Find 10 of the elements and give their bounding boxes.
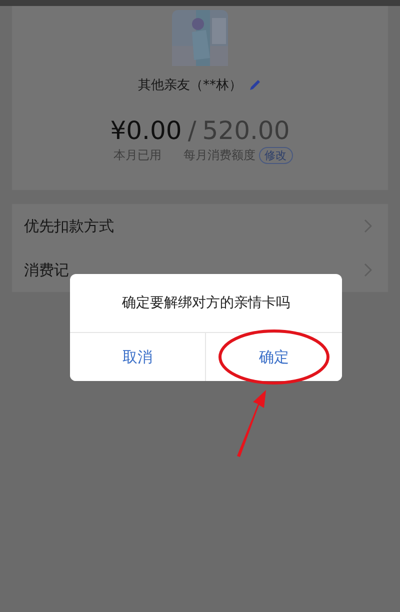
limit-amount: 520.00 bbox=[202, 116, 290, 145]
spent-amount: ¥0.00 bbox=[110, 116, 182, 145]
pencil-icon[interactable] bbox=[248, 78, 262, 92]
dialog-button[interactable]: 取消 bbox=[70, 333, 206, 381]
menu-item[interactable]: 优先扣款方式 bbox=[24, 216, 114, 236]
separator: / bbox=[188, 116, 196, 145]
contact-name: 其他亲友（**林） bbox=[138, 77, 242, 94]
menu-item[interactable]: 消费记 bbox=[24, 260, 69, 280]
annotation-arrow bbox=[237, 390, 266, 457]
edit-limit-button[interactable]: 修改 bbox=[258, 147, 292, 164]
